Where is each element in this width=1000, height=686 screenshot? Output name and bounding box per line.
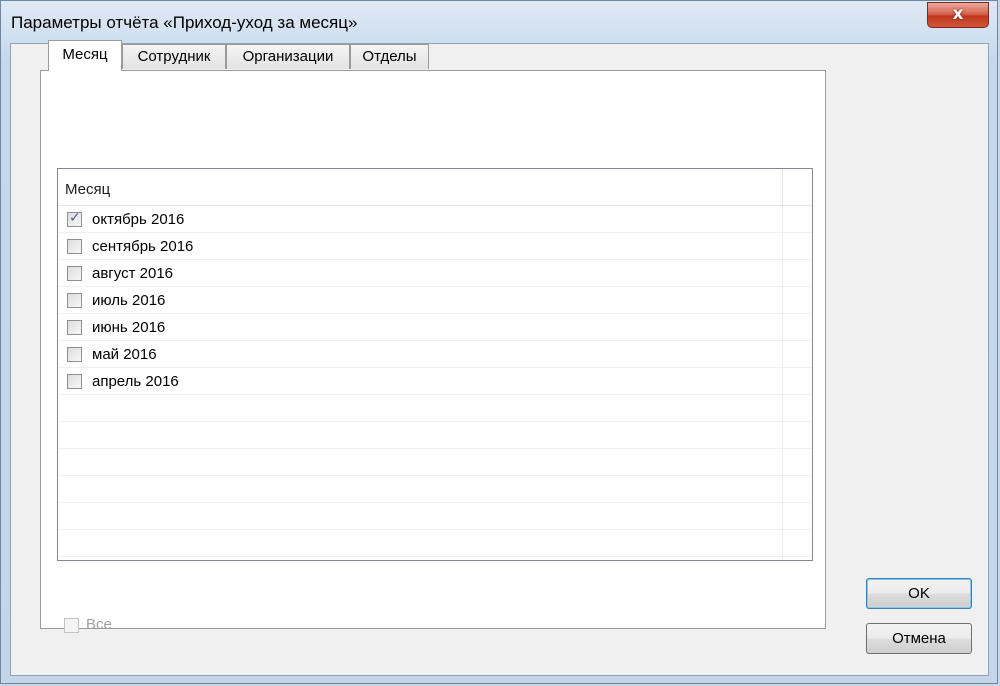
list-item[interactable]: май 2016: [58, 341, 812, 368]
list-item-label: август 2016: [92, 265, 174, 282]
list-item[interactable]: сентябрь 2016: [58, 233, 812, 260]
tab-employee[interactable]: Сотрудник: [122, 44, 226, 69]
tab-organizations-label: Организации: [242, 48, 334, 65]
tab-departments-label: Отделы: [362, 48, 417, 65]
empty-row: [58, 476, 812, 503]
close-icon: x: [952, 4, 964, 24]
empty-row: [58, 530, 812, 557]
list-item-checkbox[interactable]: [67, 320, 82, 335]
list-header-label: Месяц: [65, 181, 111, 198]
column-separator[interactable]: [782, 169, 783, 205]
list-item-checkbox[interactable]: [67, 293, 82, 308]
list-item-label: июль 2016: [92, 292, 166, 309]
list-item-label: апрель 2016: [92, 373, 179, 390]
list-item-checkbox[interactable]: [67, 374, 82, 389]
empty-row: [58, 503, 812, 530]
tab-month[interactable]: Месяц: [48, 40, 122, 71]
list-item-checkbox[interactable]: [67, 347, 82, 362]
tab-departments[interactable]: Отделы: [350, 44, 429, 69]
ok-button[interactable]: OK: [866, 578, 972, 609]
title-bar[interactable]: Параметры отчёта «Приход-уход за месяц» …: [1, 1, 997, 43]
list-item-label: май 2016: [92, 346, 157, 363]
cancel-button[interactable]: Отмена: [866, 623, 972, 654]
list-item[interactable]: август 2016: [58, 260, 812, 287]
empty-row: [58, 395, 812, 422]
list-item[interactable]: апрель 2016: [58, 368, 812, 395]
list-item-checkbox[interactable]: [67, 210, 82, 227]
list-item-checkbox[interactable]: [67, 266, 82, 281]
list-item[interactable]: октябрь 2016: [58, 206, 812, 233]
empty-row: [58, 449, 812, 476]
month-list[interactable]: Месяц октябрь 2016 сентябрь 2016 август 20…: [57, 168, 813, 561]
list-item-label: октябрь 2016: [92, 211, 185, 228]
empty-row: [58, 422, 812, 449]
list-item[interactable]: июнь 2016: [58, 314, 812, 341]
all-checkbox-label: Все: [86, 616, 112, 633]
close-button[interactable]: x: [927, 2, 989, 28]
list-header[interactable]: Месяц: [58, 169, 812, 206]
window-title: Параметры отчёта «Приход-уход за месяц»: [11, 13, 358, 32]
list-item-label: июнь 2016: [92, 319, 166, 336]
tab-employee-label: Сотрудник: [137, 48, 211, 65]
tab-organizations[interactable]: Организации: [226, 44, 350, 69]
list-item-label: сентябрь 2016: [92, 238, 194, 255]
list-item[interactable]: июль 2016: [58, 287, 812, 314]
tab-month-label: Месяц: [62, 46, 108, 63]
all-checkbox-box[interactable]: [64, 618, 79, 633]
list-item-checkbox[interactable]: [67, 239, 82, 254]
